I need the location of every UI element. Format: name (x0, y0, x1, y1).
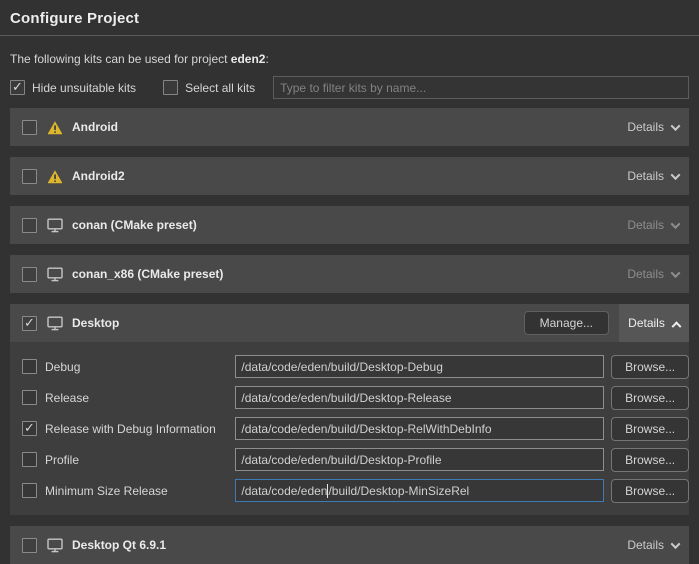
desktop-icon (47, 538, 63, 553)
kit-checkbox[interactable]: ✓ (22, 316, 37, 331)
warning-icon (47, 120, 63, 135)
kit-row-desktop-qt: Desktop Qt 6.9.1 Details (10, 526, 689, 564)
config-checkbox[interactable] (22, 483, 37, 498)
details-button-disabled: Details (617, 206, 689, 244)
browse-button[interactable]: Browse... (611, 448, 689, 472)
build-dir-input-relwithdebinfo[interactable] (235, 417, 604, 440)
kit-checkbox[interactable] (22, 218, 37, 233)
config-row-profile: Profile Browse... (22, 448, 689, 471)
kit-name: conan (CMake preset) (72, 218, 197, 232)
config-checkbox[interactable] (22, 390, 37, 405)
hide-unsuitable-kits-checkbox[interactable]: ✓ (10, 80, 25, 95)
kit-header-android[interactable]: Android Details (10, 108, 689, 146)
kit-row-conan: conan (CMake preset) Details (10, 206, 689, 244)
details-button[interactable]: Details (617, 108, 689, 146)
kit-checkbox[interactable] (22, 538, 37, 553)
kit-filter-toolbar: ✓ Hide unsuitable kits Select all kits (10, 76, 689, 99)
kit-header-conan-x86[interactable]: conan_x86 (CMake preset) Details (10, 255, 689, 293)
select-all-kits-checkbox[interactable] (163, 80, 178, 95)
browse-button[interactable]: Browse... (611, 417, 689, 441)
chevron-up-icon (671, 321, 681, 331)
chevron-down-icon (671, 170, 681, 180)
config-row-release: Release Browse... (22, 386, 689, 409)
kit-header-desktop[interactable]: ✓ Desktop Manage... Details (10, 304, 689, 342)
kit-header-conan[interactable]: conan (CMake preset) Details (10, 206, 689, 244)
config-label: Minimum Size Release (45, 484, 235, 498)
build-dir-input-release[interactable] (235, 386, 604, 409)
config-label: Release with Debug Information (45, 422, 235, 436)
config-checkbox[interactable] (22, 452, 37, 467)
title-divider (0, 35, 699, 36)
desktop-icon (47, 316, 63, 331)
build-dir-input-profile[interactable] (235, 448, 604, 471)
browse-button[interactable]: Browse... (611, 479, 689, 503)
check-icon: ✓ (12, 80, 23, 93)
chevron-down-icon (671, 219, 681, 229)
browse-button[interactable]: Browse... (611, 355, 689, 379)
config-label: Release (45, 391, 235, 405)
chevron-down-icon (671, 121, 681, 131)
kit-list: Android Details Android2 Details conan (… (10, 108, 689, 564)
warning-icon (47, 169, 63, 184)
desktop-build-configs: Debug Browse... Release Browse... ✓ Rele… (10, 342, 689, 515)
browse-button[interactable]: Browse... (611, 386, 689, 410)
config-row-minsizerel: Minimum Size Release /data/code/eden/bui… (22, 479, 689, 502)
chevron-down-icon (671, 268, 681, 278)
details-button[interactable]: Details (617, 526, 689, 564)
config-row-relwithdebinfo: ✓ Release with Debug Information Browse.… (22, 417, 689, 440)
kit-row-android: Android Details (10, 108, 689, 146)
kit-header-desktop-qt[interactable]: Desktop Qt 6.9.1 Details (10, 526, 689, 564)
config-label: Debug (45, 360, 235, 374)
check-icon: ✓ (24, 316, 35, 329)
check-icon: ✓ (24, 421, 35, 434)
config-label: Profile (45, 453, 235, 467)
details-button-disabled: Details (617, 255, 689, 293)
build-dir-input-minsizerel-focused[interactable]: /data/code/eden/build/Desktop-MinSizeRel (235, 479, 604, 502)
select-all-kits-label: Select all kits (185, 81, 255, 95)
kit-checkbox[interactable] (22, 169, 37, 184)
kit-name: Android2 (72, 169, 125, 183)
kit-name: Android (72, 120, 118, 134)
details-button-expanded[interactable]: Details (619, 304, 689, 342)
kit-checkbox[interactable] (22, 267, 37, 282)
chevron-down-icon (671, 539, 681, 549)
kit-header-android2[interactable]: Android2 Details (10, 157, 689, 195)
kit-row-conan-x86: conan_x86 (CMake preset) Details (10, 255, 689, 293)
kit-row-desktop: ✓ Desktop Manage... Details Debug Browse… (10, 304, 689, 515)
build-dir-input-debug[interactable] (235, 355, 604, 378)
kit-checkbox[interactable] (22, 120, 37, 135)
project-name: eden2 (231, 52, 266, 66)
config-row-debug: Debug Browse... (22, 355, 689, 378)
kit-row-android2: Android2 Details (10, 157, 689, 195)
kit-name: Desktop (72, 316, 119, 330)
kit-name: Desktop Qt 6.9.1 (72, 538, 166, 552)
desktop-icon (47, 267, 63, 282)
kits-help-text: The following kits can be used for proje… (10, 52, 689, 66)
config-checkbox[interactable] (22, 359, 37, 374)
desktop-icon (47, 218, 63, 233)
hide-unsuitable-kits-label: Hide unsuitable kits (32, 81, 136, 95)
kit-filter-input[interactable] (273, 76, 689, 99)
details-button[interactable]: Details (617, 157, 689, 195)
manage-kits-button[interactable]: Manage... (524, 311, 609, 335)
config-checkbox[interactable]: ✓ (22, 421, 37, 436)
page-title: Configure Project (10, 10, 689, 27)
kit-name: conan_x86 (CMake preset) (72, 267, 223, 281)
